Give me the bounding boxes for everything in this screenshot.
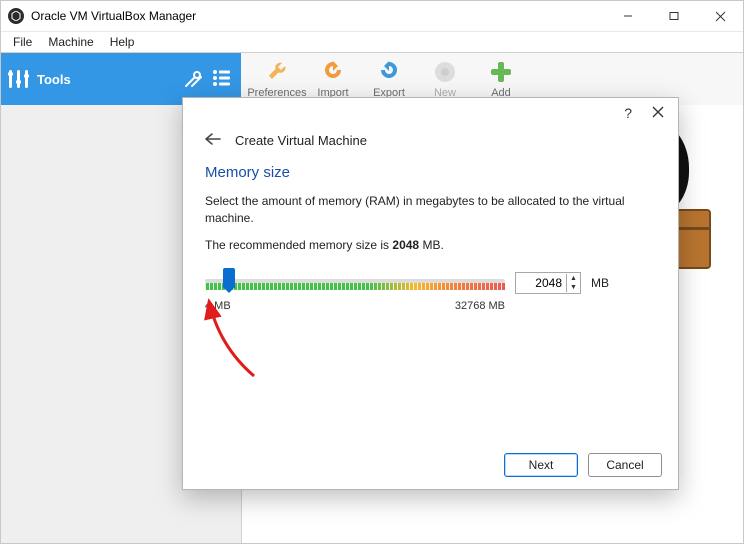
memory-spinbox[interactable]: ▲ ▼ [515, 272, 581, 294]
slider-min-label: 4 MB [205, 300, 231, 312]
memory-slider[interactable] [205, 268, 505, 298]
minimize-button[interactable] [605, 1, 651, 31]
slider-max-label: 32768 MB [455, 300, 505, 312]
create-vm-dialog: ? Create Virtual Machine Memory size Sel… [182, 97, 679, 490]
memory-unit: MB [591, 276, 609, 290]
cancel-button[interactable]: Cancel [588, 453, 662, 477]
export-icon [376, 59, 402, 85]
new-icon [432, 59, 458, 85]
dialog-close-button[interactable] [652, 106, 664, 121]
menu-help[interactable]: Help [104, 33, 141, 51]
tools-label: Tools [37, 72, 183, 87]
tools-settings-icon[interactable] [183, 67, 205, 92]
next-button[interactable]: Next [504, 453, 578, 477]
dialog-description: Select the amount of memory (RAM) in meg… [183, 193, 678, 238]
menu-bar: File Machine Help [1, 32, 743, 52]
menu-file[interactable]: File [7, 33, 38, 51]
spin-down-icon[interactable]: ▼ [567, 283, 580, 292]
dialog-title: Create Virtual Machine [235, 133, 367, 148]
wrench-icon [264, 59, 290, 85]
dialog-help-button[interactable]: ? [624, 105, 632, 121]
maximize-button[interactable] [651, 1, 697, 31]
tools-icon [1, 66, 37, 92]
tools-list-icon[interactable] [211, 67, 233, 92]
memory-value-input[interactable] [516, 276, 566, 290]
add-icon [488, 59, 514, 85]
menu-machine[interactable]: Machine [42, 33, 99, 51]
window-title: Oracle VM VirtualBox Manager [31, 9, 605, 23]
slider-thumb[interactable] [223, 268, 235, 288]
back-button[interactable] [205, 132, 221, 148]
app-icon [8, 8, 24, 24]
import-icon [320, 59, 346, 85]
recommended-text: The recommended memory size is 2048 MB. [183, 238, 678, 268]
section-title: Memory size [183, 160, 678, 193]
title-bar: Oracle VM VirtualBox Manager [1, 1, 743, 32]
main-window: Oracle VM VirtualBox Manager File Machin… [0, 0, 744, 544]
spin-up-icon[interactable]: ▲ [567, 274, 580, 283]
close-button[interactable] [697, 1, 743, 31]
